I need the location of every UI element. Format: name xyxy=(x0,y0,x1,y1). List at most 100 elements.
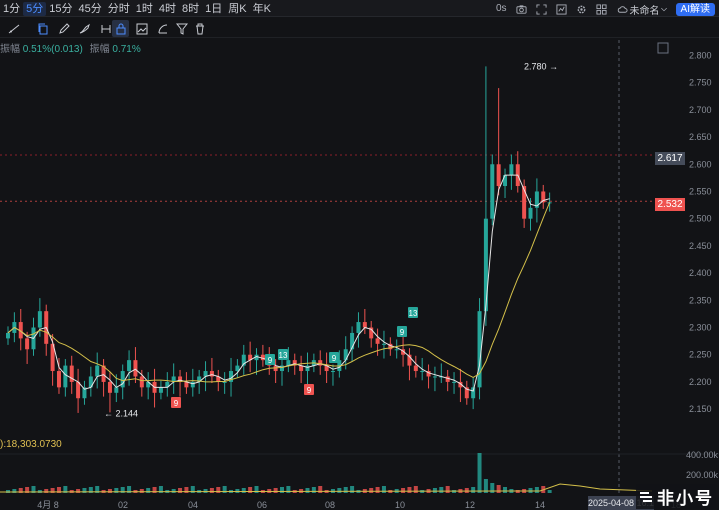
price-axis-label: 2.750 xyxy=(689,78,712,88)
volume-bar xyxy=(318,486,323,493)
volume-bar xyxy=(464,488,469,493)
candle-body xyxy=(318,360,323,366)
pen-icon xyxy=(58,22,70,34)
copy-icon xyxy=(38,23,47,34)
delay-indicator[interactable]: 0s xyxy=(496,2,507,16)
filter-tool[interactable] xyxy=(173,20,190,37)
ai-interpret-button[interactable]: AI解读 xyxy=(675,2,715,16)
drawing-toolbar xyxy=(0,18,719,38)
candle-body xyxy=(37,311,42,328)
volume-bar xyxy=(375,487,380,493)
price-axis-label: 2.600 xyxy=(689,159,712,169)
price-axis-label: 2.200 xyxy=(689,377,712,387)
volume-bar xyxy=(146,488,151,493)
volume-bar xyxy=(203,489,208,493)
period-10[interactable]: 年K xyxy=(250,2,274,16)
brand-name: 非小号 xyxy=(657,489,714,508)
period-0[interactable]: 1分 xyxy=(0,2,23,16)
volume-bar xyxy=(139,489,144,493)
period-3[interactable]: 45分 xyxy=(76,2,105,16)
time-axis-label: 14 xyxy=(535,500,545,510)
price-axis-label: 2.350 xyxy=(689,295,712,305)
candle-body xyxy=(190,381,195,388)
price-axis-label: 2.800 xyxy=(689,50,712,60)
last-price-tag: 2.532 xyxy=(655,198,685,211)
copy-tool[interactable] xyxy=(34,20,51,37)
candle-body xyxy=(305,365,310,372)
volume-bar xyxy=(216,487,221,493)
volume-bar xyxy=(407,487,412,493)
price-axis-label: 2.450 xyxy=(689,241,712,251)
candle-body xyxy=(452,381,457,383)
candle-body xyxy=(343,349,348,361)
period-8[interactable]: 1日 xyxy=(202,2,225,16)
candle-body xyxy=(471,387,476,399)
amplitude-label-2: 振幅 xyxy=(89,44,110,55)
image-icon xyxy=(136,23,147,34)
candle-body xyxy=(509,164,514,176)
time-axis-label: 02 xyxy=(118,500,128,510)
volume-bar xyxy=(311,487,316,493)
chart-area[interactable]: 2.800 2.750 2.700 2.650 2.600 2.550 2.500 2.450… xyxy=(0,40,719,510)
top-right-tools: 0s 未命名 AI解读 xyxy=(487,2,715,17)
price-axis-label: 2.550 xyxy=(689,186,712,196)
candle-body xyxy=(381,343,386,345)
price-axis-label: 2.250 xyxy=(689,350,712,360)
period-4[interactable]: 分时 xyxy=(105,2,133,16)
image-tool[interactable] xyxy=(133,20,150,37)
period-1[interactable]: 5分 xyxy=(23,2,47,16)
volume-bar xyxy=(547,490,552,493)
period-9[interactable]: 周K xyxy=(225,2,249,16)
price-axis-label: 2.300 xyxy=(689,323,712,333)
trend-line-tool[interactable] xyxy=(5,20,22,37)
candle-body xyxy=(56,371,61,388)
candle-body xyxy=(420,371,425,373)
brand-logo-icon xyxy=(640,491,652,502)
brush-icon xyxy=(79,23,90,33)
top-bar: 1分 5分 15分 45分 分时 1时 4时 8时 1日 周K 年K 0s 未命名 AI解读 xyxy=(0,0,719,17)
amplitude-info: 振幅 0.51%(0.013) 振幅 0.71% xyxy=(0,40,141,55)
candle-body xyxy=(63,365,68,388)
volume-bar xyxy=(235,489,240,493)
layout-grid-icon[interactable] xyxy=(596,3,607,15)
fullscreen-icon[interactable] xyxy=(536,3,547,15)
indicator-icon[interactable] xyxy=(556,3,567,15)
price-axis-label: 2.650 xyxy=(689,132,712,142)
volume-bar xyxy=(401,488,406,493)
watermark-brand: 非小号 xyxy=(636,484,716,509)
candle-body xyxy=(6,332,10,339)
camera-icon[interactable] xyxy=(516,4,527,15)
volume-bar xyxy=(350,486,355,493)
td-mark-label: 9 xyxy=(307,386,312,395)
candle-body xyxy=(375,338,380,344)
candle-body xyxy=(483,218,488,312)
settings-icon[interactable] xyxy=(576,4,587,15)
brush-tool[interactable] xyxy=(76,20,93,37)
crosshair-price-tag: 2.617 xyxy=(655,152,685,165)
pen-tool[interactable] xyxy=(55,20,72,37)
candle-body xyxy=(209,371,214,377)
delete-tool[interactable] xyxy=(191,20,208,37)
time-axis-label: 12 xyxy=(465,500,475,510)
layout-save-group[interactable]: 未命名 xyxy=(617,2,668,17)
shape-tool[interactable] xyxy=(112,20,129,37)
candle-body xyxy=(107,381,112,393)
price-axis-label: 2.500 xyxy=(689,214,712,224)
td-mark-label: 9 xyxy=(400,328,405,337)
period-2[interactable]: 15分 xyxy=(46,2,75,16)
volume-bar xyxy=(413,486,418,493)
candle-body xyxy=(362,322,367,328)
candle-body xyxy=(280,365,284,372)
volume-bar xyxy=(477,453,482,493)
price-axis-label: 2.700 xyxy=(689,105,712,115)
candle-body xyxy=(394,349,399,351)
period-7[interactable]: 8时 xyxy=(179,2,202,16)
measure-tool[interactable] xyxy=(154,20,171,37)
candle-body xyxy=(114,387,119,393)
time-axis-label: 04 xyxy=(188,500,198,510)
period-6[interactable]: 4时 xyxy=(156,2,179,16)
period-5[interactable]: 1时 xyxy=(133,2,156,16)
candle-body xyxy=(490,164,495,219)
volume-bar xyxy=(248,487,253,493)
amplitude-value-2: 0.71% xyxy=(112,44,141,55)
